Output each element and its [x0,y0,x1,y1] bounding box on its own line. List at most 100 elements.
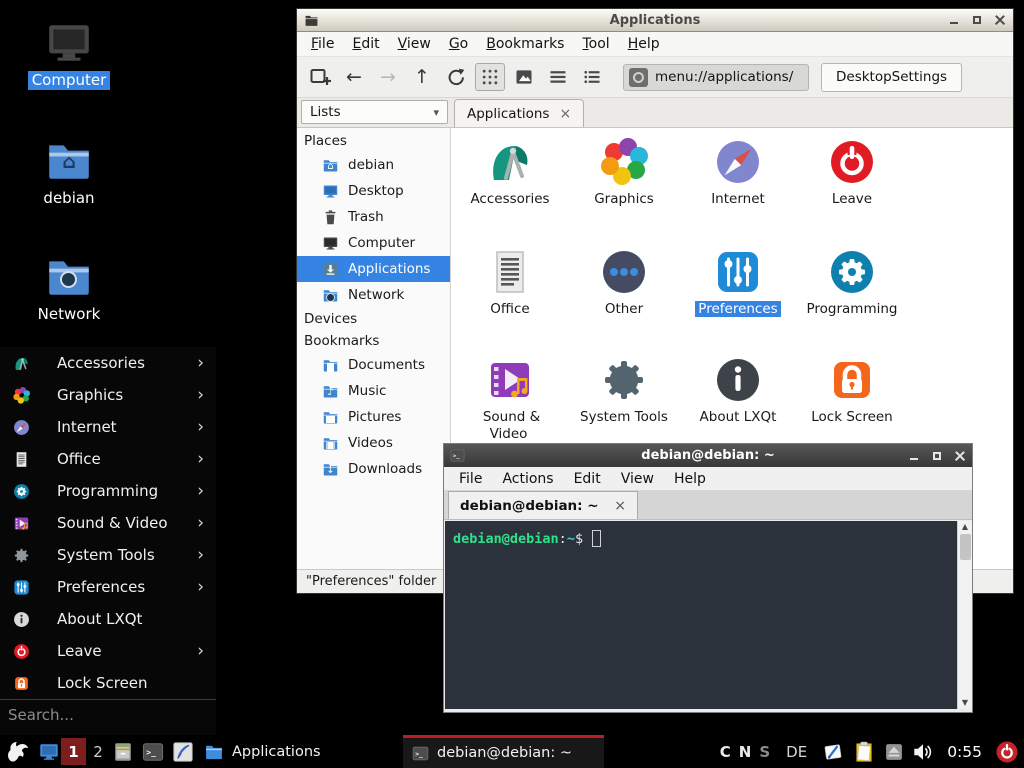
category-leave[interactable]: Leave [796,138,908,208]
fm-menu-go[interactable]: Go [440,36,477,52]
maximize-button[interactable] [971,14,983,26]
desktop-icon-network[interactable]: Network [23,252,115,324]
eject-removable-media-icon[interactable] [884,742,904,762]
up-button[interactable]: ↑ [407,63,437,91]
minimize-button[interactable] [948,14,960,26]
terminal-menu-file[interactable]: File [449,471,492,487]
back-button[interactable]: ← [339,63,369,91]
task-button-applications[interactable]: Applications [204,735,321,768]
menu-item-accessories[interactable]: Accessories › [0,347,216,379]
terminal-menu-actions[interactable]: Actions [492,471,563,487]
main-menu-button[interactable] [5,735,32,768]
fm-menu-tool[interactable]: Tool [573,36,618,52]
show-desktop-button[interactable] [38,735,60,768]
launcher-file-manager[interactable] [112,735,134,768]
fm-menu-file[interactable]: File [302,36,343,52]
screen-annotation-icon[interactable] [822,741,844,763]
category-office[interactable]: Office [454,248,566,318]
num-lock-indicator[interactable]: N [739,743,752,761]
close-button[interactable] [954,450,966,462]
sidebar-item-downloads[interactable]: ↓ Downloads [297,456,450,482]
terminal-screen[interactable]: debian@debian : ~ $ [445,521,957,709]
sidebar-item-music[interactable]: ♪ Music [297,378,450,404]
category-lock-screen[interactable]: Lock Screen [796,356,908,426]
sidebar-item-applications[interactable]: Applications [297,256,450,282]
menu-item-internet[interactable]: Internet › [0,411,216,443]
close-button[interactable] [994,14,1006,26]
menu-item-graphics[interactable]: Graphics › [0,379,216,411]
thumbnail-view-button[interactable] [509,63,539,91]
detailed-list-view-button[interactable] [543,63,573,91]
launcher-featherpad[interactable] [172,735,194,768]
power-button-icon[interactable] [995,740,1019,764]
tab-applications[interactable]: Applications × [454,99,584,127]
search-input[interactable] [8,706,208,724]
tab-close-icon[interactable]: × [559,107,571,121]
launcher-terminal[interactable] [142,735,164,768]
path-bar[interactable]: menu://applications/ [623,64,809,91]
terminal-menu-help[interactable]: Help [664,471,716,487]
forward-button[interactable]: → [373,63,403,91]
category-sound-video[interactable]: Sound & Video [454,356,566,443]
new-tab-button[interactable] [305,63,335,91]
menu-item-programming[interactable]: Programming › [0,475,216,507]
sidebar-item-trash[interactable]: Trash [297,204,450,230]
maximize-button[interactable] [931,450,943,462]
category-accessories[interactable]: Accessories [454,138,566,208]
workspace-1-button[interactable]: 1 [61,738,86,765]
reload-button[interactable] [441,63,471,91]
category-system-tools[interactable]: System Tools [568,356,680,426]
side-panel-selector[interactable]: Lists ▾ [301,100,448,124]
minimize-button[interactable] [908,450,920,462]
scroll-down-icon[interactable]: ▼ [962,697,968,709]
sidebar-item-computer[interactable]: Computer [297,230,450,256]
caps-lock-indicator[interactable]: C [720,743,731,761]
task-button-terminal-active[interactable]: debian@debian: ~ [403,735,604,768]
menu-item-office[interactable]: Office › [0,443,216,475]
compact-view-button[interactable] [577,63,607,91]
menu-item-leave[interactable]: Leave › [0,635,216,667]
fm-title-bar[interactable]: Applications [297,9,1013,32]
clipboard-icon[interactable] [852,740,876,764]
keyboard-layout-indicator[interactable]: DE [786,743,807,761]
category-internet[interactable]: Internet [682,138,794,208]
terminal-tab[interactable]: debian@debian: ~ × [448,491,638,519]
category-programming[interactable]: Programming [796,248,908,318]
desktop-icon-computer[interactable]: Computer [23,18,115,90]
sidebar-item-documents[interactable]: Documents [297,352,450,378]
desktop-settings-button[interactable]: DesktopSettings [821,63,962,92]
terminal-scrollbar[interactable]: ▲ ▼ [957,521,972,709]
sidebar-item-network[interactable]: Network [297,282,450,308]
scroll-up-icon[interactable]: ▲ [962,521,968,533]
fm-menu-view[interactable]: View [389,36,440,52]
terminal-menu-edit[interactable]: Edit [564,471,611,487]
fm-window-buttons [948,14,1006,26]
menu-item-system-tools[interactable]: System Tools › [0,539,216,571]
tab-close-icon[interactable]: × [614,498,626,514]
category-other[interactable]: Other [568,248,680,318]
sidebar-item-videos[interactable]: Videos [297,430,450,456]
internet-icon [13,419,30,436]
workspace-2-button[interactable]: 2 [90,735,106,768]
scrollbar-thumb[interactable] [960,534,971,560]
icon-view-button[interactable] [475,63,505,91]
menu-item-preferences[interactable]: Preferences › [0,571,216,603]
terminal-title-bar[interactable]: debian@debian: ~ [444,444,972,467]
sidebar-item-desktop[interactable]: Desktop [297,178,450,204]
sidebar-item-pictures[interactable]: Pictures [297,404,450,430]
menu-item-about-lxqt[interactable]: About LXQt [0,603,216,635]
terminal-menu-view[interactable]: View [611,471,664,487]
volume-icon[interactable] [912,741,934,763]
category-preferences[interactable]: Preferences [682,248,794,318]
scroll-lock-indicator[interactable]: S [759,743,770,761]
fm-menu-help[interactable]: Help [619,36,669,52]
menu-item-sound-video[interactable]: Sound & Video › [0,507,216,539]
category-graphics[interactable]: Graphics [568,138,680,208]
fm-menu-edit[interactable]: Edit [343,36,388,52]
menu-item-lock-screen[interactable]: Lock Screen [0,667,216,699]
sidebar-item-debian[interactable]: ⌂ debian [297,152,450,178]
clock[interactable]: 0:55 [947,743,982,761]
fm-menu-bookmarks[interactable]: Bookmarks [477,36,573,52]
category-about-lxqt[interactable]: About LXQt [682,356,794,426]
desktop-icon-debian[interactable]: ⌂ debian [23,136,115,208]
